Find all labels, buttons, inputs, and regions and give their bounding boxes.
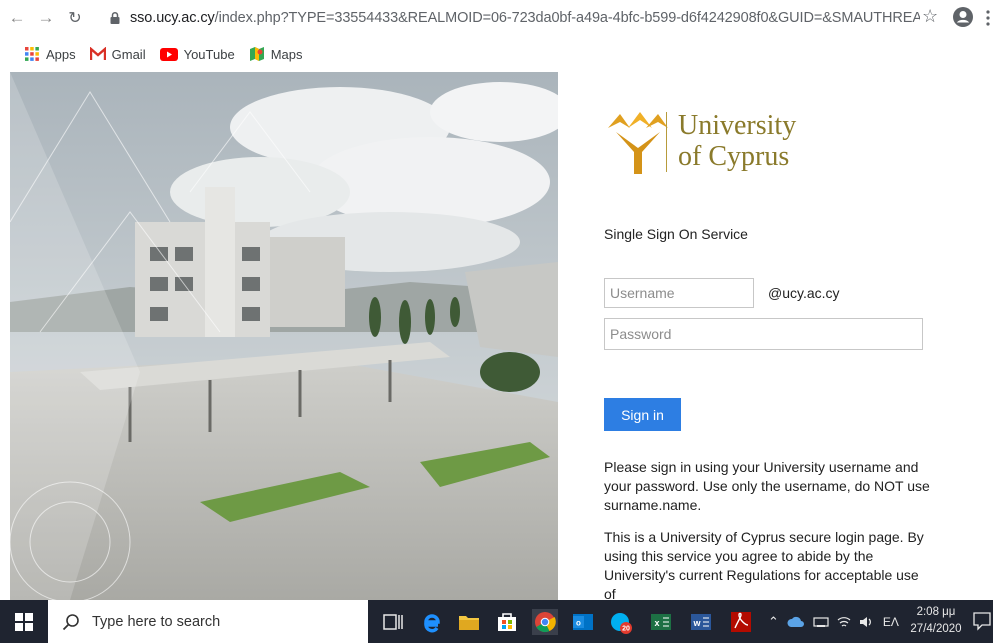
svg-text:o: o [576,619,581,628]
svg-text:x: x [654,618,659,628]
chrome-icon[interactable] [532,609,558,635]
bookmark-apps[interactable]: Apps [24,46,76,62]
back-icon[interactable]: ← [6,7,28,29]
network-icon[interactable] [813,616,829,628]
university-name: University of Cyprus [678,110,796,172]
search-placeholder: Type here to search [92,613,221,630]
bookmark-label: Gmail [111,46,146,62]
logo-line-1: University [678,110,797,141]
notification-center-icon[interactable] [972,610,992,632]
login-panel: University of Cyprus Single Sign On Serv… [558,72,993,602]
bookmark-label: Apps [46,46,76,62]
sign-in-button[interactable]: Sign in [604,398,681,431]
service-title: Single Sign On Service [604,226,748,242]
system-tray: ⌃ ΕΛ [768,600,899,643]
svg-text:w: w [692,618,701,628]
windows-icon [15,612,33,631]
url-text: sso.ucy.ac.cy/index.php?TYPE=33554433&RE… [130,10,920,26]
taskbar-search[interactable]: Type here to search [48,600,368,643]
lock-icon [110,11,120,24]
excel-icon[interactable]: x [648,609,674,635]
campus-photo [10,72,558,600]
url-path: /index.php?TYPE=33554433&REALMOID=06-723… [214,10,920,26]
password-input[interactable] [604,318,923,350]
word-icon[interactable]: w [688,609,714,635]
notification-count: 20 [622,626,630,633]
search-icon [62,613,79,630]
clock-time: 2:08 μμ [916,606,956,618]
bookmark-gmail[interactable]: Gmail [89,46,146,62]
acrobat-icon[interactable] [728,609,754,635]
clock[interactable]: 2:08 μμ 27/4/2020 [910,604,962,638]
sign-in-instructions: Please sign in using your University use… [604,459,930,513]
edge-icon[interactable] [418,609,444,635]
maps-icon [249,47,264,61]
gmail-icon [89,47,106,60]
account-icon[interactable] [952,6,974,28]
store-icon[interactable] [494,609,520,635]
language-indicator[interactable]: ΕΛ [883,615,899,629]
menu-dots-icon[interactable] [985,8,991,28]
bookmark-star-icon[interactable]: ☆ [922,6,938,27]
file-explorer-icon[interactable] [456,609,482,635]
clock-date: 27/4/2020 [910,623,962,635]
reload-icon[interactable]: ↻ [64,7,86,29]
outlook-icon[interactable]: o [570,609,596,635]
bookmark-label: Maps [270,46,303,62]
bookmark-youtube[interactable]: YouTube [159,46,235,62]
start-button[interactable] [0,600,48,643]
wifi-icon[interactable] [837,615,851,629]
volume-icon[interactable] [859,615,873,629]
task-view-icon[interactable] [380,609,406,635]
logo-divider [666,112,667,172]
domain-suffix: @ucy.ac.cy [768,285,840,301]
bookmark-maps[interactable]: Maps [249,46,303,62]
forward-icon[interactable]: → [35,7,57,29]
taskbar: Type here to search o 20 x w ⌃ ΕΛ 2:08 μ… [0,600,993,643]
secure-login-notice: This is a University of Cyprus secure lo… [604,529,924,602]
bookmarks-bar: Apps Gmail YouTube Maps [0,36,993,72]
skype-icon[interactable]: 20 [608,609,634,635]
browser-toolbar: ← → ↻ sso.ucy.ac.cy/index.php?TYPE=33554… [0,0,993,36]
username-input[interactable] [604,278,754,308]
logo-line-2: of Cyprus [678,141,790,172]
onedrive-icon[interactable] [787,616,805,628]
address-bar[interactable]: sso.ucy.ac.cy/index.php?TYPE=33554433&RE… [108,5,954,31]
url-host: sso.ucy.ac.cy [130,10,215,26]
youtube-icon [159,47,178,61]
apps-grid-icon [25,47,39,61]
bookmark-label: YouTube [183,46,235,62]
chevron-up-icon[interactable]: ⌃ [768,614,779,630]
